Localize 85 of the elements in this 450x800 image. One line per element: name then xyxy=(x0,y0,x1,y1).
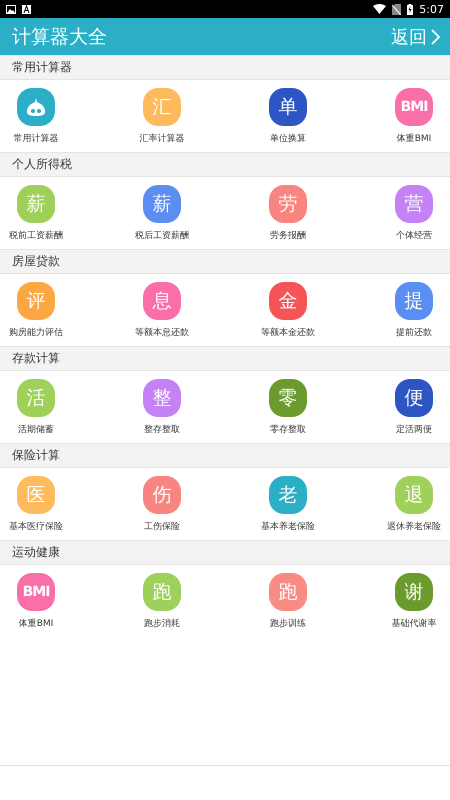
calculator-item[interactable]: 评 购房能力评估 xyxy=(6,274,66,340)
section-title: 保险计算 xyxy=(12,447,60,464)
app-icon: 谢 xyxy=(395,573,433,611)
battery-icon xyxy=(407,4,414,14)
item-label: 体重BMI xyxy=(396,132,432,145)
app-icon: 零 xyxy=(269,379,307,417)
item-label: 提前还款 xyxy=(396,326,432,339)
app-icon: 评 xyxy=(17,282,55,320)
app-icon: 薪 xyxy=(143,185,181,223)
calculator-item[interactable]: 薪 税前工资薪酬 xyxy=(6,177,66,243)
item-label: 活期储蓄 xyxy=(18,424,54,436)
section-title: 房屋贷款 xyxy=(12,253,60,270)
calculator-item[interactable]: 劳 劳务报酬 xyxy=(258,177,318,243)
app-icon: BMI xyxy=(17,573,55,611)
calculator-item[interactable]: 息 等额本息还款 xyxy=(132,274,192,340)
app-icon: 提 xyxy=(395,282,433,320)
calculator-item[interactable]: 零 零存整取 xyxy=(258,371,318,437)
calculator-item[interactable]: 伤 工伤保险 xyxy=(132,468,192,534)
no-sim-icon xyxy=(392,4,402,14)
item-label: 零存整取 xyxy=(270,424,306,436)
app-icon: 汇 xyxy=(143,88,181,126)
chevron-right-icon xyxy=(431,28,440,44)
app-icon: 活 xyxy=(17,379,55,417)
calculator-item[interactable]: 老 基本养老保险 xyxy=(258,468,318,534)
section-title: 常用计算器 xyxy=(12,59,72,76)
app-title: 计算器大全 xyxy=(12,24,108,50)
item-label: 跑步消耗 xyxy=(144,618,180,630)
app-icon: 单 xyxy=(269,88,307,126)
calculator-item[interactable]: 整 整存整取 xyxy=(132,371,192,437)
font-icon xyxy=(22,4,31,14)
app-icon: 薪 xyxy=(17,185,55,223)
calculator-item[interactable]: 单 单位换算 xyxy=(258,80,318,146)
item-label: 个体经营 xyxy=(396,230,432,242)
item-label: 购房能力评估 xyxy=(9,326,63,339)
item-label: 基础代谢率 xyxy=(392,618,436,630)
app-icon: 跑 xyxy=(269,573,307,611)
calculator-item[interactable]: 跑 跑步训练 xyxy=(258,565,318,631)
app-icon: 跑 xyxy=(143,573,181,611)
app-icon: 劳 xyxy=(269,185,307,223)
calculator-item[interactable]: BMI 体重BMI xyxy=(384,80,444,146)
item-label: 体重BMI xyxy=(18,618,54,630)
calculator-item[interactable]: 常用计算器 xyxy=(6,80,66,146)
app-icon: 营 xyxy=(395,185,433,223)
calculator-item[interactable]: 营 个体经营 xyxy=(384,177,444,243)
image-icon xyxy=(6,4,16,14)
calculator-item[interactable]: 退 退休养老保险 xyxy=(384,468,444,534)
item-label: 常用计算器 xyxy=(14,132,58,145)
item-label: 汇率计算器 xyxy=(140,132,184,145)
app-icon: 整 xyxy=(143,379,181,417)
app-icon: 伤 xyxy=(143,476,181,514)
item-label: 税后工资薪酬 xyxy=(135,230,189,242)
app-icon: 老 xyxy=(269,476,307,514)
item-label: 劳务报酬 xyxy=(270,230,306,242)
section-title: 存款计算 xyxy=(12,350,60,367)
calculator-item[interactable]: 医 基本医疗保险 xyxy=(6,468,66,534)
item-label: 工伤保险 xyxy=(144,520,180,533)
calculator-item[interactable]: 薪 税后工资薪酬 xyxy=(132,177,192,243)
item-label: 基本医疗保险 xyxy=(9,520,63,533)
section-title: 个人所得税 xyxy=(12,156,72,173)
app-icon: 退 xyxy=(395,476,433,514)
item-label: 等额本息还款 xyxy=(135,326,189,339)
calculator-item[interactable]: 汇 汇率计算器 xyxy=(132,80,192,146)
calculator-item[interactable]: 金 等额本金还款 xyxy=(258,274,318,340)
calculator-item[interactable]: BMI 体重BMI xyxy=(6,565,66,631)
wifi-icon xyxy=(373,4,386,14)
item-label: 跑步训练 xyxy=(270,618,306,630)
app-icon: BMI xyxy=(395,88,433,126)
calculator-item[interactable]: 活 活期储蓄 xyxy=(6,371,66,437)
item-label: 税前工资薪酬 xyxy=(9,230,63,242)
clock-time: 5:07 xyxy=(419,2,444,16)
app-icon: 医 xyxy=(17,476,55,514)
item-label: 退休养老保险 xyxy=(387,520,441,533)
calculator-item[interactable]: 便 定活两便 xyxy=(384,371,444,437)
section-title: 运动健康 xyxy=(12,544,60,561)
item-label: 单位换算 xyxy=(270,132,306,145)
item-label: 整存整取 xyxy=(144,424,180,436)
app-icon: 金 xyxy=(269,282,307,320)
item-label: 定活两便 xyxy=(396,424,432,436)
calculator-item[interactable]: 谢 基础代谢率 xyxy=(384,565,444,631)
calculator-item[interactable]: 提 提前还款 xyxy=(384,274,444,340)
app-icon: 便 xyxy=(395,379,433,417)
calculator-item[interactable]: 跑 跑步消耗 xyxy=(132,565,192,631)
item-label: 等额本金还款 xyxy=(261,326,315,339)
app-icon: 息 xyxy=(143,282,181,320)
item-label: 基本养老保险 xyxy=(261,520,315,533)
